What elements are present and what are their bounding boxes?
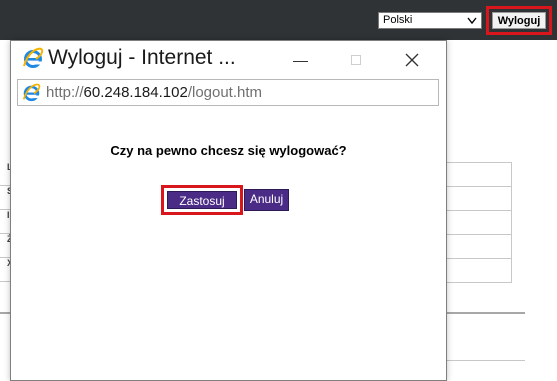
background-table-cell: L — [0, 162, 13, 186]
background-table-row — [441, 235, 511, 259]
cancel-button[interactable]: Anuluj — [244, 189, 289, 211]
internet-explorer-icon — [22, 47, 44, 69]
background-table-cell: Ż — [0, 234, 13, 258]
background-divider — [440, 360, 525, 361]
background-table-row — [441, 187, 511, 211]
background-table-cell: S — [0, 186, 13, 210]
logout-button[interactable]: Wyloguj — [492, 12, 546, 29]
minimize-icon — [293, 61, 308, 62]
maximize-button[interactable] — [335, 41, 379, 77]
window-title-bar[interactable]: Wyloguj - Internet ... — [11, 41, 446, 77]
window-title: Wyloguj - Internet ... — [48, 46, 236, 69]
url-host: 60.248.184.102 — [83, 84, 188, 101]
logout-popup-window: Wyloguj - Internet ... http://60.248.184… — [10, 40, 447, 381]
language-select-value: Polski — [383, 14, 413, 26]
background-table-row — [441, 259, 511, 283]
internet-explorer-icon — [22, 83, 41, 102]
minimize-button[interactable] — [279, 41, 323, 77]
logout-highlight: Wyloguj — [486, 6, 552, 35]
address-url: http://60.248.184.102/logout.htm — [46, 83, 262, 102]
url-path: /logout.htm — [187, 84, 263, 101]
chevron-down-icon — [466, 13, 478, 33]
language-select[interactable]: Polski — [378, 12, 482, 29]
background-table-cell: X — [0, 258, 13, 282]
close-button[interactable] — [391, 41, 435, 77]
url-protocol: http:// — [46, 84, 84, 101]
background-table-right — [440, 162, 512, 283]
maximize-icon — [351, 55, 361, 65]
background-table-cell: I — [0, 210, 10, 234]
apply-button[interactable]: Zastosuj — [167, 191, 237, 209]
app-top-bar: Polski Wyloguj — [0, 0, 557, 40]
background-table-row — [441, 163, 511, 187]
logout-confirmation-text: Czy na pewno chcesz się wylogować? — [110, 143, 347, 158]
background-table-row — [441, 211, 511, 235]
address-bar[interactable]: http://60.248.184.102/logout.htm — [17, 79, 439, 106]
background-divider — [440, 312, 525, 314]
apply-highlight: Zastosuj — [161, 185, 243, 215]
background-divider-left — [0, 312, 10, 314]
